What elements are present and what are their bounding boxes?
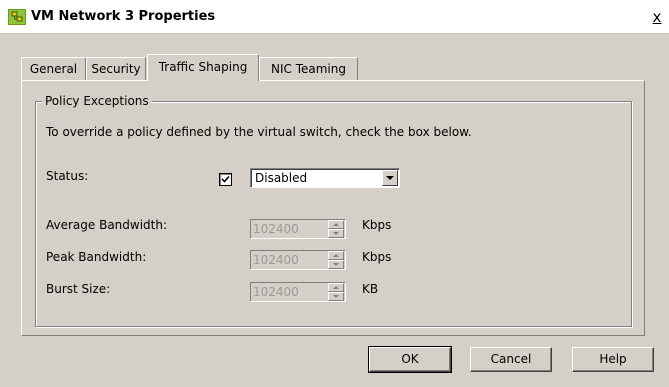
spin-down-icon[interactable] [328, 229, 344, 238]
status-selected-value: Disabled [255, 171, 308, 185]
help-button[interactable]: Help [572, 347, 654, 372]
average-bandwidth-unit: Kbps [362, 218, 392, 232]
status-dropdown[interactable]: Disabled [250, 168, 400, 188]
tab-nic-teaming[interactable]: NIC Teaming [259, 57, 358, 80]
ok-button[interactable]: OK [368, 346, 452, 373]
spin-down-icon[interactable] [328, 292, 344, 301]
chevron-down-icon[interactable] [382, 170, 398, 186]
burst-size-label: Burst Size: [46, 282, 111, 296]
average-bandwidth-spinner[interactable]: 102400 [250, 219, 346, 239]
description-text: To override a policy defined by the virt… [46, 125, 472, 139]
checkmark-icon [221, 175, 230, 183]
spin-up-icon[interactable] [328, 220, 344, 229]
window-title: VM Network 3 Properties [31, 9, 216, 24]
peak-bandwidth-label: Peak Bandwidth: [46, 250, 147, 264]
peak-bandwidth-unit: Kbps [362, 250, 392, 264]
average-bandwidth-value: 102400 [253, 222, 299, 236]
tab-security[interactable]: Security [86, 57, 146, 80]
close-icon[interactable]: x [649, 8, 665, 26]
title-bar: VM Network 3 Properties x [0, 0, 669, 34]
cancel-button[interactable]: Cancel [470, 347, 552, 372]
tab-general[interactable]: General [21, 57, 86, 80]
group-legend: Policy Exceptions [42, 94, 152, 108]
status-override-checkbox[interactable] [219, 173, 232, 186]
vm-network-icon [8, 9, 26, 25]
status-label: Status: [46, 169, 89, 183]
spin-up-icon[interactable] [328, 283, 344, 292]
spin-down-icon[interactable] [328, 260, 344, 269]
average-bandwidth-label: Average Bandwidth: [46, 218, 168, 232]
burst-size-value: 102400 [253, 285, 299, 299]
burst-size-spinner[interactable]: 102400 [250, 282, 346, 302]
tab-traffic-shaping[interactable]: Traffic Shaping [147, 54, 259, 81]
spin-up-icon[interactable] [328, 251, 344, 260]
peak-bandwidth-value: 102400 [253, 253, 299, 267]
burst-size-unit: KB [362, 282, 379, 296]
peak-bandwidth-spinner[interactable]: 102400 [250, 250, 346, 270]
